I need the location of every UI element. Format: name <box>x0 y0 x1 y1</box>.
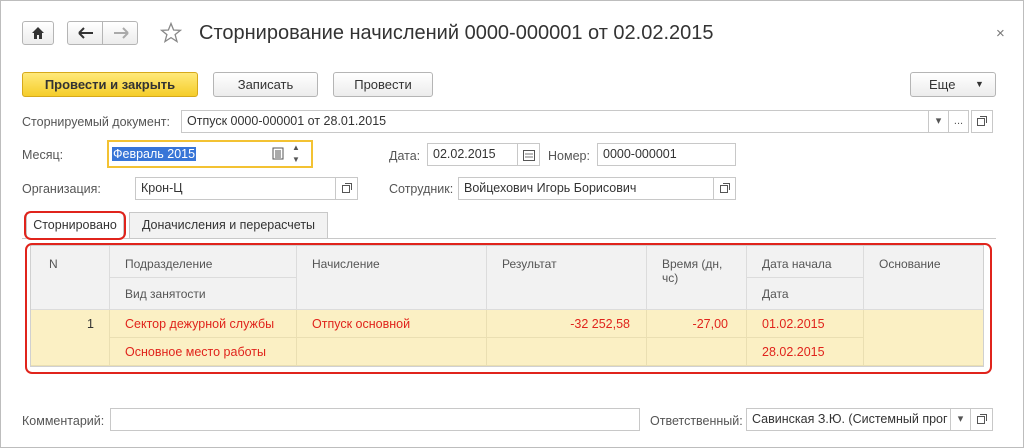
comment-label: Комментарий: <box>22 414 105 428</box>
tab-highlight-annotation <box>24 211 126 240</box>
doc-label: Сторнируемый документ: <box>22 115 170 129</box>
responsible-label: Ответственный: <box>650 414 743 428</box>
dropdown-arrow-icon[interactable]: ▾ <box>951 408 971 431</box>
post-and-close-button[interactable]: Провести и закрыть <box>22 72 198 97</box>
employee-label: Сотрудник: <box>389 182 454 196</box>
arrow-left-icon <box>78 27 93 39</box>
dropdown-arrow-icon[interactable]: ▾ <box>929 110 949 133</box>
stepper-up-icon[interactable]: ▲ <box>292 143 300 152</box>
calendar-icon[interactable] <box>518 143 540 166</box>
save-button[interactable]: Записать <box>213 72 318 97</box>
home-icon <box>32 27 44 39</box>
open-icon[interactable] <box>971 110 993 133</box>
date-label: Дата: <box>389 149 421 163</box>
responsible-field[interactable]: Савинская З.Ю. (Системный прог <box>746 408 951 431</box>
more-label: Еще <box>929 77 956 92</box>
home-button[interactable] <box>22 21 54 45</box>
number-label: Номер: <box>548 149 590 163</box>
arrow-right-icon <box>114 27 129 39</box>
open-icon[interactable] <box>714 177 736 200</box>
tab-additional-accruals[interactable]: Доначисления и перерасчеты <box>129 212 328 239</box>
organization-field[interactable]: Крон-Ц <box>135 177 336 200</box>
month-label: Месяц: <box>22 148 64 162</box>
employee-field[interactable]: Войцехович Игорь Борисович <box>458 177 714 200</box>
number-field[interactable]: 0000-000001 <box>597 143 736 166</box>
dropdown-arrow-icon: ▼ <box>975 79 984 89</box>
table-highlight-annotation <box>25 243 992 374</box>
back-button[interactable] <box>67 21 103 45</box>
month-value: Февраль 2015 <box>112 147 197 161</box>
stepper-down-icon[interactable]: ▼ <box>292 155 300 164</box>
post-button[interactable]: Провести <box>333 72 433 97</box>
more-button[interactable]: Еще ▼ <box>910 72 996 97</box>
open-icon[interactable] <box>971 408 993 431</box>
star-icon[interactable] <box>160 22 182 44</box>
storno-document-field[interactable]: Отпуск 0000-000001 от 28.01.2015 <box>181 110 929 133</box>
org-label: Организация: <box>22 182 101 196</box>
ellipsis-icon[interactable]: ... <box>949 110 969 133</box>
open-icon[interactable] <box>336 177 358 200</box>
page-title: Сторнирование начислений 0000-000001 от … <box>199 22 714 44</box>
forward-button[interactable] <box>102 21 138 45</box>
date-field[interactable]: 02.02.2015 <box>427 143 518 166</box>
close-icon[interactable]: × <box>996 25 1005 42</box>
calendar-icon[interactable] <box>272 146 286 162</box>
comment-field[interactable] <box>110 408 640 431</box>
